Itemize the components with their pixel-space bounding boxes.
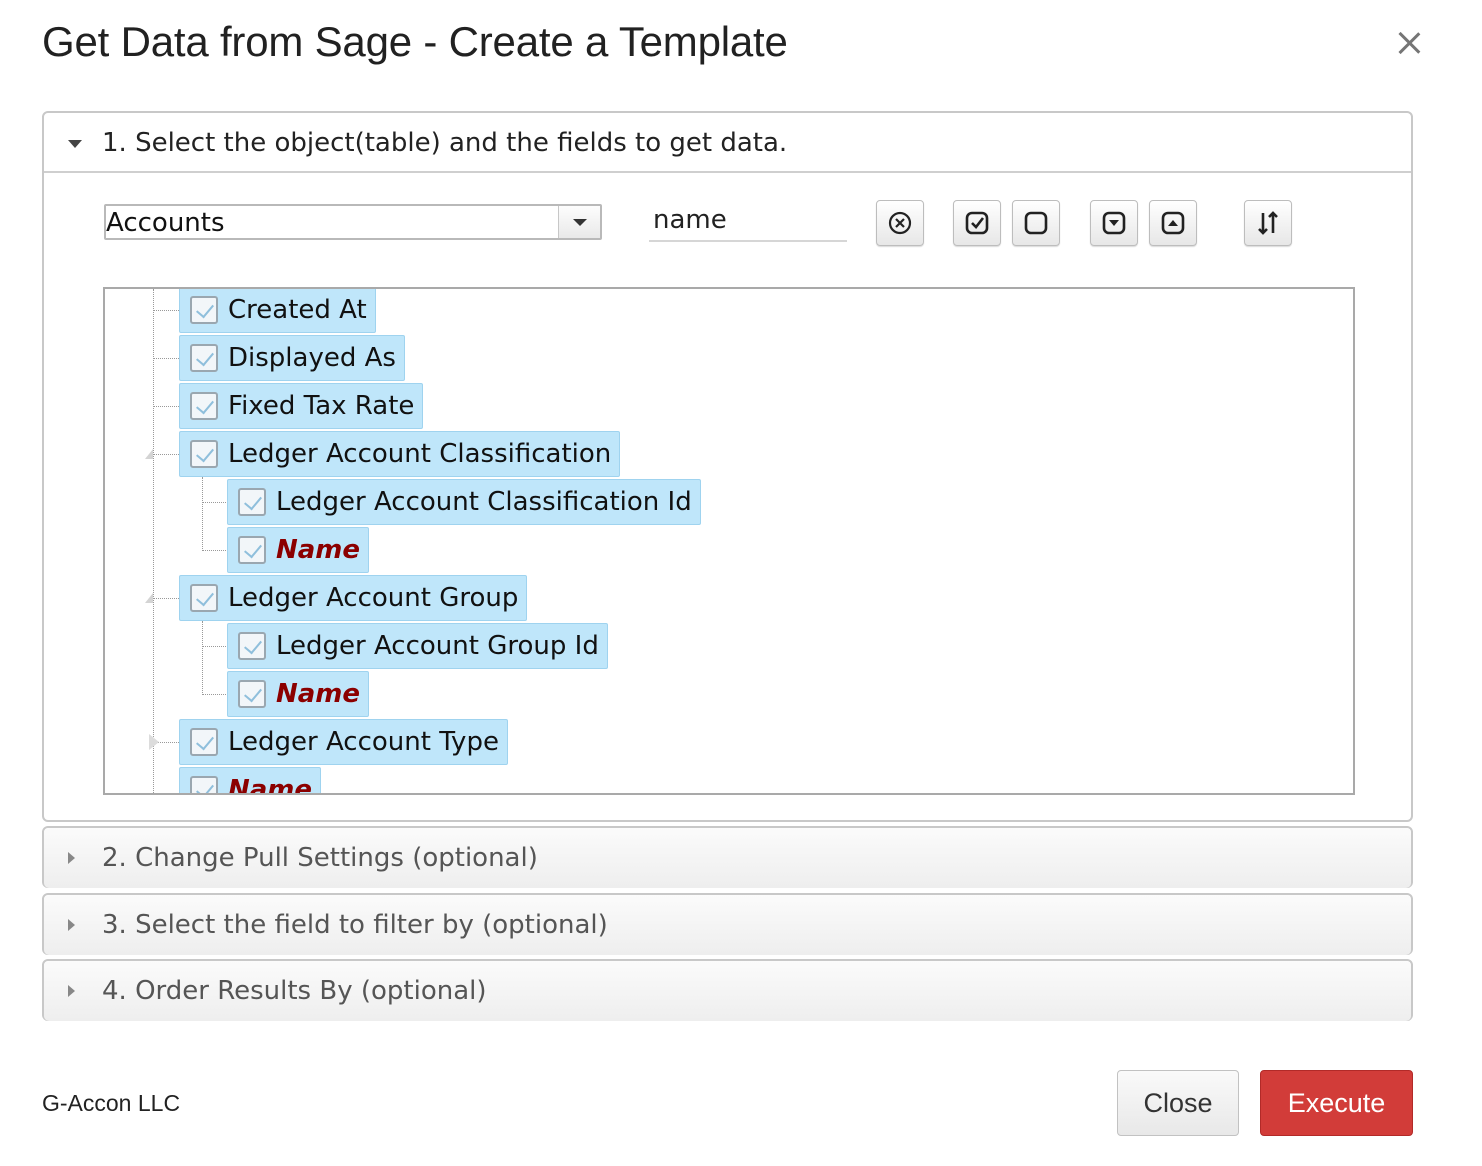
tree-node-name[interactable]: Name [179,767,322,795]
tree-node-label: Name [228,775,313,795]
section-pull-settings: 2. Change Pull Settings (optional) [42,826,1413,888]
checkbox-checked-icon[interactable] [190,392,218,420]
tree-node-ledger-account-group-id[interactable]: Ledger Account Group Id [227,623,608,669]
tree-node-name[interactable]: Name [227,527,370,573]
collapse-all-icon [1161,211,1185,235]
close-icon[interactable] [1392,26,1428,62]
tree-connector [153,406,179,407]
sort-button[interactable] [1244,200,1292,246]
tree-connector [202,550,228,551]
dialog-title: Get Data from Sage - Create a Template [42,18,788,65]
tree-node-label: Name [276,535,361,565]
tree-node-label: Created At [228,295,367,325]
dropdown-button[interactable] [558,206,600,238]
checkbox-checked-icon[interactable] [238,488,266,516]
clear-circle-icon [888,211,912,235]
expand-toggle-icon[interactable] [145,593,153,603]
tree-connector [153,289,154,793]
section-header-1[interactable]: 1. Select the object(table) and the fiel… [44,113,1411,173]
tree-node-displayed-as[interactable]: Displayed As [179,335,405,381]
checkbox-checked-icon[interactable] [190,584,218,612]
tree-node-ledger-account-classification-id[interactable]: Ledger Account Classification Id [227,479,701,525]
tree-connector [202,621,203,695]
object-select-value: Accounts [106,208,225,238]
tree-connector [202,694,228,695]
field-search-input[interactable] [649,200,847,242]
execute-button[interactable]: Execute [1260,1070,1413,1136]
caret-right-icon [68,919,75,931]
tree-node-label: Fixed Tax Rate [228,391,415,421]
uncheck-all-button[interactable] [1012,200,1060,246]
checkbox-checked-icon[interactable] [190,296,218,324]
tree-node-created-at[interactable]: Created At [179,289,376,333]
checkbox-checked-icon[interactable] [238,536,266,564]
tree-connector [202,477,203,551]
section-label: 2. Change Pull Settings (optional) [102,843,538,873]
tree-node-name[interactable]: Name [227,671,370,717]
check-all-icon [965,211,989,235]
caret-right-icon [68,852,75,864]
collapse-all-button[interactable] [1149,200,1197,246]
expand-all-icon [1102,211,1126,235]
tree-node-label: Ledger Account Group [228,583,519,613]
tree-node-label: Displayed As [228,343,396,373]
close-button[interactable]: Close [1117,1070,1239,1136]
tree-node-ledger-account-group[interactable]: Ledger Account Group [179,575,528,621]
tree-node-label: Ledger Account Type [228,727,499,757]
checkbox-checked-icon[interactable] [238,632,266,660]
tree-node-label: Name [276,679,361,709]
uncheck-all-icon [1024,211,1048,235]
tree-node-ledger-account-type[interactable]: Ledger Account Type [179,719,508,765]
section-filter: 3. Select the field to filter by (option… [42,893,1413,955]
tree-connector [202,646,228,647]
tree-connector [153,310,179,311]
sort-icon [1258,211,1278,235]
section-order-results: 4. Order Results By (optional) [42,959,1413,1021]
caret-right-icon [68,985,75,997]
tree-connector [153,454,179,455]
section-select-object: 1. Select the object(table) and the fiel… [42,111,1413,822]
field-tree[interactable]: Created At Displayed As Fixed Tax Rate L… [103,287,1355,795]
section-header-4[interactable]: 4. Order Results By (optional) [44,961,1411,1021]
tree-node-label: Ledger Account Group Id [276,631,599,661]
footer-brand: G-Accon LLC [42,1090,181,1116]
tree-node-fixed-tax-rate[interactable]: Fixed Tax Rate [179,383,424,429]
expand-all-button[interactable] [1090,200,1138,246]
section-header-3[interactable]: 3. Select the field to filter by (option… [44,895,1411,955]
checkbox-checked-icon[interactable] [190,440,218,468]
tree-connector [153,358,179,359]
tree-node-label: Ledger Account Classification Id [276,487,692,517]
tree-connector [202,502,228,503]
checkbox-checked-icon[interactable] [190,344,218,372]
tree-connector [153,598,179,599]
check-all-button[interactable] [953,200,1001,246]
section-header-2[interactable]: 2. Change Pull Settings (optional) [44,828,1411,888]
expand-toggle-icon[interactable] [149,734,159,750]
section-label: 4. Order Results By (optional) [102,976,487,1006]
tree-node-label: Ledger Account Classification [228,439,612,469]
section-label: 1. Select the object(table) and the fiel… [102,128,788,158]
chevron-down-icon [573,219,587,226]
tree-node-ledger-account-classification[interactable]: Ledger Account Classification [179,431,621,477]
section-label: 3. Select the field to filter by (option… [102,910,608,940]
clear-search-button[interactable] [876,200,924,246]
checkbox-checked-icon[interactable] [238,680,266,708]
object-select[interactable]: Accounts [104,204,602,240]
caret-down-icon [68,140,82,148]
checkbox-checked-icon[interactable] [190,776,218,793]
checkbox-checked-icon[interactable] [190,728,218,756]
expand-toggle-icon[interactable] [145,449,153,459]
